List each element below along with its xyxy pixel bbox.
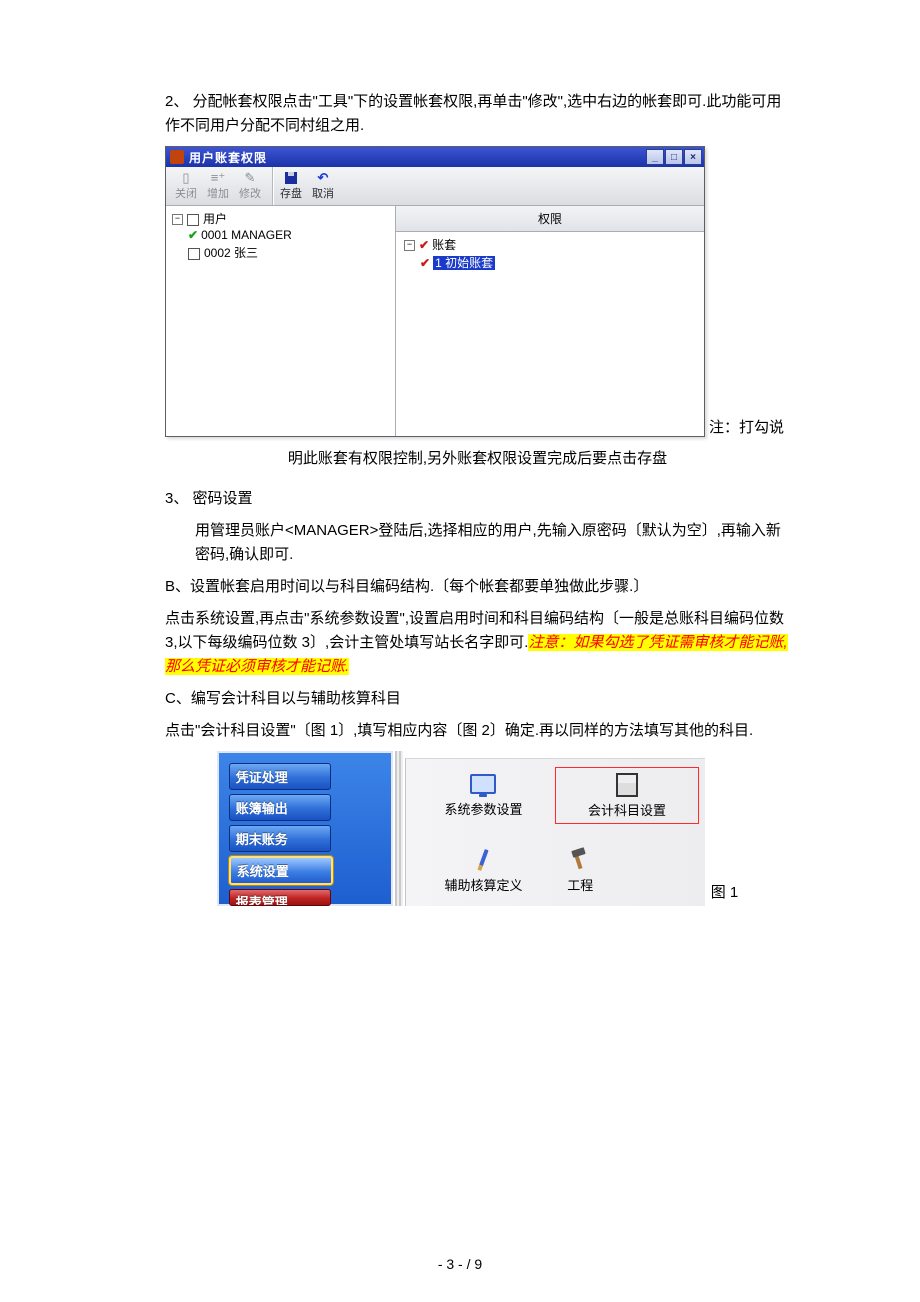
door-icon: ▯ [170, 171, 202, 185]
edit-icon: ✎ [234, 171, 266, 185]
nav-sidebar: 凭证处理 账簿输出 期末账务 系统设置 报表管理 [217, 751, 393, 906]
toolbar-save[interactable]: 存盘 [275, 171, 307, 201]
privilege-header: 权限 [396, 206, 704, 232]
toolbar-close[interactable]: ▯ 关闭 [170, 171, 202, 201]
nav-voucher-processing[interactable]: 凭证处理 [229, 763, 331, 790]
undo-icon: ↶ [307, 171, 339, 185]
tree-item-initial-account-set[interactable]: ✔1 初始账套 [420, 253, 696, 272]
save-icon [275, 171, 307, 185]
close-window-button[interactable]: × [684, 149, 702, 165]
item-accounting-subject-settings[interactable]: 会计科目设置 [555, 767, 699, 824]
title-bar[interactable]: 用户账套权限 _ □ × [166, 147, 704, 167]
tree-root-account-set[interactable]: −✔账套 ✔1 初始账套 [404, 236, 696, 272]
checkbox-icon[interactable] [187, 214, 199, 226]
add-icon: ≡⁺ [202, 171, 234, 185]
toolbar-add[interactable]: ≡⁺ 增加 [202, 171, 234, 201]
nav-report-management[interactable]: 报表管理 [229, 889, 331, 906]
side-annotation: 注：打勾说 [709, 416, 784, 437]
figure-1-label: 图 1 [711, 881, 739, 902]
paragraph-step-3-head: 3、 密码设置 [165, 487, 790, 511]
check-icon: ✔ [188, 228, 198, 242]
check-icon: ✔ [419, 238, 429, 252]
toolbar-cancel[interactable]: ↶ 取消 [307, 171, 339, 201]
figure-1: 凭证处理 账簿输出 期末账务 系统设置 报表管理 系统参数设置 会计科目设置 辅… [165, 751, 790, 906]
figure-user-privilege-window: 用户账套权限 _ □ × ▯ 关闭 ≡⁺ 增加 [165, 146, 790, 437]
paragraph-step-2: 2、 分配帐套权限点击"工具"下的设置帐套权限,再单击"修改",选中右边的帐套即… [165, 90, 790, 138]
collapse-icon[interactable]: − [404, 240, 415, 251]
item-project[interactable]: 工程 [555, 843, 699, 898]
hammer-icon [567, 845, 695, 875]
pencil-icon [416, 845, 552, 875]
page-footer: - 3 - / 9 [0, 1256, 920, 1272]
tree-item-zhangsan[interactable]: 0002 张三 [188, 243, 389, 262]
figure-caption: 明此账套有权限控制,另外账套权限设置完成后要点击存盘 [165, 447, 790, 471]
item-auxiliary-accounting-definition[interactable]: 辅助核算定义 [412, 843, 556, 898]
paragraph-step-3-body: 用管理员账户<MANAGER>登陆后,选择相应的用户,先输入原密码〔默认为空〕,… [165, 519, 790, 567]
window-body: −用户 ✔0001 MANAGER 0002 张三 权限 −✔账套 ✔1 初 [166, 206, 704, 436]
window-control-buttons: _ □ × [646, 149, 702, 165]
maximize-button[interactable]: □ [665, 149, 683, 165]
privilege-tree[interactable]: −✔账套 ✔1 初始账套 [396, 232, 704, 436]
checkbox-icon[interactable] [188, 248, 200, 260]
minimize-button[interactable]: _ [646, 149, 664, 165]
paragraph-section-c-head: C、编写会计科目以与辅助核算科目 [165, 687, 790, 711]
calculator-icon [560, 770, 694, 800]
collapse-icon[interactable]: − [172, 214, 183, 225]
user-tree-panel[interactable]: −用户 ✔0001 MANAGER 0002 张三 [166, 206, 396, 436]
monitor-icon [416, 769, 552, 799]
app-icon [170, 150, 184, 164]
tree-root-user[interactable]: −用户 ✔0001 MANAGER 0002 张三 [172, 210, 389, 262]
pane-divider[interactable] [395, 751, 403, 906]
paragraph-section-c-body: 点击"会计科目设置"〔图 1〕,填写相应内容〔图 2〕确定.再以同样的方法填写其… [165, 719, 790, 743]
nav-system-settings[interactable]: 系统设置 [229, 856, 333, 885]
item-system-param-settings[interactable]: 系统参数设置 [412, 767, 556, 822]
toolbar: ▯ 关闭 ≡⁺ 增加 ✎ 修改 存盘 [166, 167, 704, 206]
toolbar-modify[interactable]: ✎ 修改 [234, 171, 266, 201]
document-page: 2、 分配帐套权限点击"工具"下的设置帐套权限,再单击"修改",选中右边的帐套即… [0, 0, 920, 1290]
privilege-panel: 权限 −✔账套 ✔1 初始账套 [396, 206, 704, 436]
nav-period-end[interactable]: 期末账务 [229, 825, 331, 852]
paragraph-section-b-body: 点击系统设置,再点击"系统参数设置",设置启用时间和科目编码结构〔一般是总账科目… [165, 607, 790, 679]
check-icon: ✔ [420, 256, 430, 270]
paragraph-section-b-head: B、设置帐套启用时间以与科目编码结构.〔每个帐套都要单独做此步骤.〕 [165, 575, 790, 599]
settings-icon-grid: 系统参数设置 会计科目设置 辅助核算定义 工程 [405, 758, 705, 906]
tree-item-manager[interactable]: ✔0001 MANAGER [188, 227, 389, 243]
nav-ledger-output[interactable]: 账簿输出 [229, 794, 331, 821]
window-title: 用户账套权限 [189, 149, 646, 166]
window-user-account-privilege: 用户账套权限 _ □ × ▯ 关闭 ≡⁺ 增加 [165, 146, 705, 437]
